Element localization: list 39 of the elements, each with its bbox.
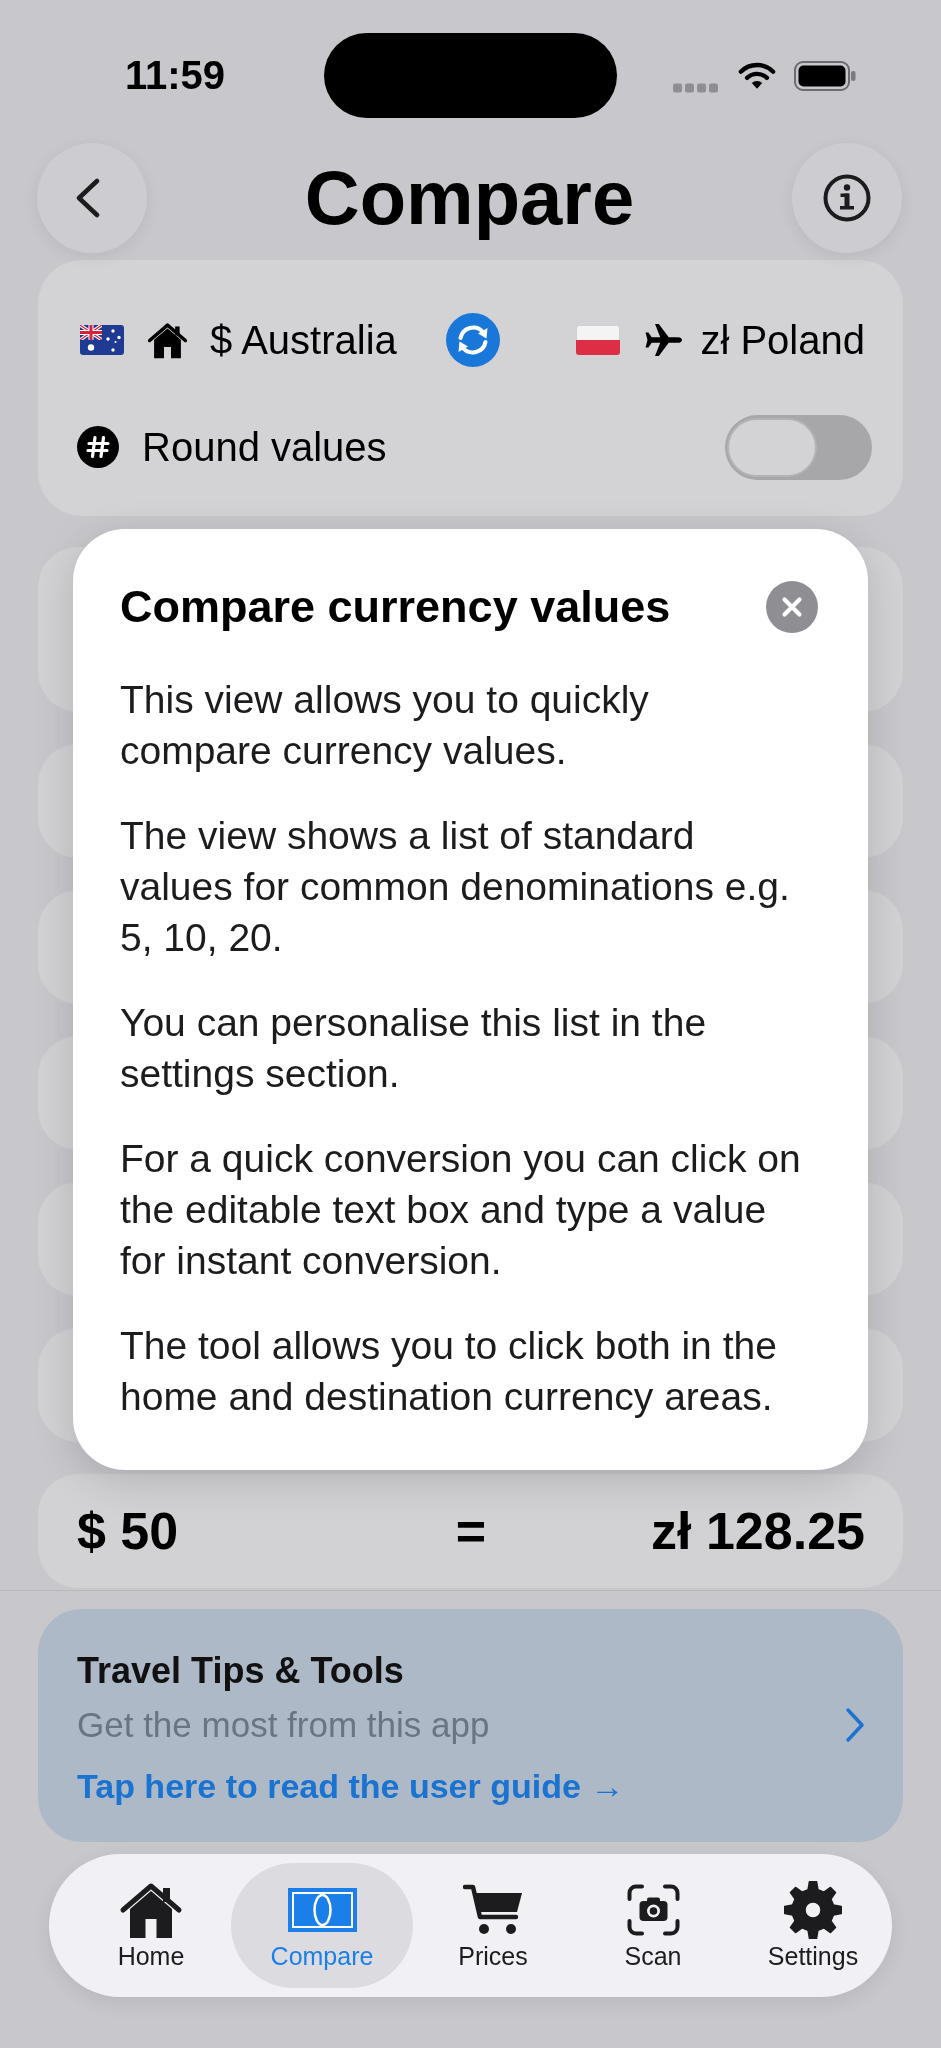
close-icon[interactable] (766, 581, 818, 633)
destination-amount: zł 128.25 (651, 1501, 865, 1561)
hash-icon (77, 426, 119, 468)
page-title: Compare (304, 154, 635, 242)
status-time: 11:59 (125, 53, 227, 98)
tips-subtitle: Get the most from this app (77, 1704, 490, 1746)
round-values-label: Round values (142, 424, 387, 470)
equals-sign: = (455, 1501, 487, 1561)
house-icon (119, 1881, 183, 1939)
tips-title: Travel Tips & Tools (77, 1649, 404, 1693)
dialog-title: Compare currency values (120, 580, 671, 634)
banknote-icon (287, 1888, 357, 1932)
signal-icon (673, 82, 718, 93)
dialog-paragraph: This view allows you to quickly compare currency values. (120, 677, 650, 774)
airplane-icon (645, 323, 684, 357)
dialog-paragraph: You can personalise this list in the settings section. (120, 1000, 708, 1097)
cart-icon (462, 1884, 524, 1936)
polish-flag-icon (576, 325, 621, 355)
tab-item[interactable]: Settings (745, 1863, 881, 1988)
destination-currency-label: zł Poland (700, 317, 865, 363)
home-currency-label: $ Australia (210, 317, 397, 363)
info-icon (823, 174, 871, 222)
tab-item[interactable]: Prices (425, 1863, 561, 1988)
dialog-paragraph: The view shows a list of standard values for common denominations e.g. 5, 10, 20. (120, 813, 791, 961)
tab-item[interactable]: Scan (585, 1863, 721, 1988)
wifi-icon (738, 61, 776, 90)
tab-item[interactable]: Home (83, 1863, 219, 1988)
battery-icon (794, 60, 856, 91)
chevron-right-icon (845, 1707, 865, 1743)
dialog-paragraph: For a quick conversion you can click on the editable text box and type a value for instant conversion. (120, 1136, 802, 1284)
swap-icon[interactable] (445, 313, 500, 367)
dialog-paragraph: The tool allows you to click both in the home and destination currency areas. (120, 1323, 778, 1420)
settings-icon (784, 1881, 842, 1939)
chevron-left-icon (75, 178, 101, 218)
house-icon (147, 321, 188, 359)
australian-flag-icon (80, 325, 124, 355)
camera-scan-icon (626, 1884, 680, 1936)
tips-card[interactable]: Travel Tips & Tools Get the most from this app Tap here to read the user guide → (38, 1609, 903, 1842)
home-amount: $ 50 (77, 1501, 179, 1561)
